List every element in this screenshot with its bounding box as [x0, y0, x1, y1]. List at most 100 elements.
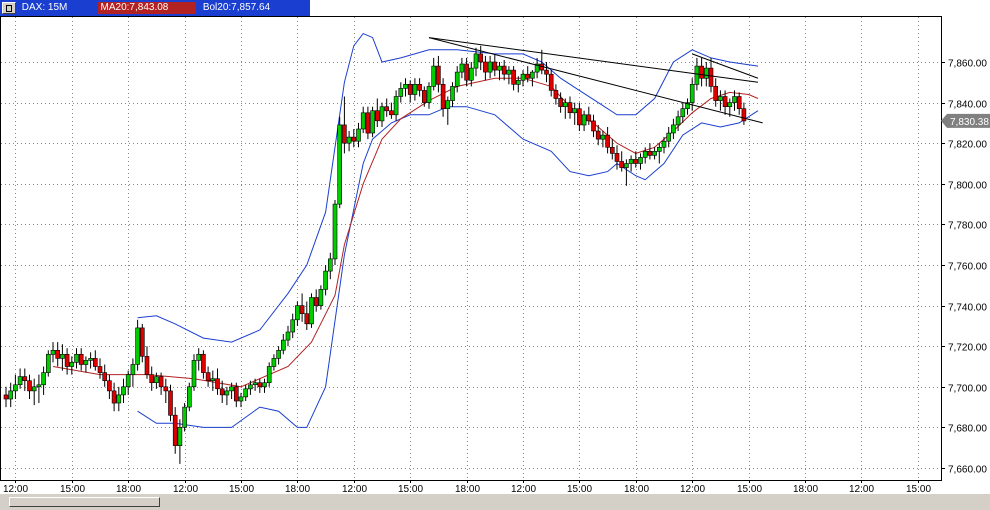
candle-body: [125, 374, 131, 388]
candle-body: [492, 61, 498, 71]
candlestick-chart[interactable]: 7,660.00 7,680.00 7,700.00 7,720.00 7,740.00…: [0, 0, 990, 494]
candle-body: [642, 151, 648, 158]
candle-body: [346, 136, 352, 144]
x-tick-label: 12:00: [3, 484, 28, 494]
candle-body: [379, 106, 385, 122]
ma20-line: [52, 77, 759, 388]
candle-body: [93, 358, 98, 367]
candle-body: [337, 124, 343, 205]
horizontal-scrollbar[interactable]: [0, 494, 990, 510]
candle-body: [473, 53, 479, 69]
candle-body: [121, 386, 126, 396]
candle-body: [436, 65, 441, 85]
candle-body: [257, 382, 263, 388]
candle-body: [187, 386, 192, 408]
candle-body: [530, 71, 535, 79]
x-tick-label: 12:00: [680, 484, 705, 494]
candle-body: [595, 130, 601, 140]
candle-body: [31, 386, 37, 392]
candle-body: [389, 110, 394, 116]
candle-body: [393, 96, 399, 116]
candle-body: [661, 140, 667, 148]
candle-body: [680, 108, 686, 118]
x-tick-label: 15:00: [567, 484, 592, 494]
candle-body: [497, 65, 502, 71]
candle-body: [656, 147, 662, 152]
candle-body: [196, 353, 201, 361]
candle-body: [544, 69, 549, 75]
candle-body: [172, 414, 178, 446]
x-tick-label: 15:00: [229, 484, 254, 494]
candle-body: [50, 349, 56, 355]
candle-body: [154, 376, 159, 384]
price-tag: 7,830.38: [941, 113, 990, 128]
candle-body: [69, 362, 75, 367]
candle-body: [445, 100, 451, 109]
candle-body: [431, 65, 437, 87]
candle-body: [299, 305, 305, 315]
candle-body: [558, 98, 563, 107]
bollinger-lower-line: [137, 106, 759, 428]
candle-body: [158, 376, 164, 388]
candle-body: [478, 53, 484, 63]
candle-body: [647, 151, 653, 156]
candle-body: [55, 349, 61, 359]
bollinger-upper-line: [137, 32, 759, 343]
candle-body: [403, 84, 408, 89]
candle-body: [27, 380, 32, 392]
candle-body: [722, 96, 728, 107]
candle-body: [149, 374, 154, 384]
candle-body: [102, 372, 107, 382]
y-tick-label: 7,800.00: [948, 181, 987, 192]
candle-body: [609, 147, 615, 154]
candle-body: [572, 108, 578, 114]
candle-body: [356, 128, 361, 142]
candle-body: [360, 112, 366, 130]
candle-body: [285, 331, 291, 341]
candle-body: [3, 394, 9, 400]
candle-body: [88, 358, 93, 361]
x-tick-label: 18:00: [793, 484, 818, 494]
candle-body: [13, 384, 18, 392]
candle-body: [135, 327, 140, 365]
candle-body: [454, 71, 460, 87]
candle-body: [483, 61, 488, 73]
candle-body: [229, 386, 234, 392]
scrollbar-thumb[interactable]: [9, 497, 160, 507]
candle-body: [520, 73, 526, 81]
candle-body: [74, 353, 79, 363]
x-tick-label: 15:00: [60, 484, 85, 494]
candle-body: [323, 270, 328, 290]
candle-body: [525, 73, 531, 79]
candle-body: [201, 353, 206, 373]
candle-body: [577, 108, 582, 126]
candle-body: [468, 67, 474, 81]
candle-body: [205, 372, 211, 382]
y-tick-label: 7,660.00: [948, 465, 987, 476]
candle-body: [45, 353, 51, 373]
candle-body: [732, 96, 737, 103]
price-tag-text: 7,830.38: [950, 117, 989, 128]
candle-body: [168, 390, 173, 416]
candle-body: [412, 84, 418, 95]
y-tick-label: 7,700.00: [948, 384, 987, 395]
candle-body: [111, 390, 117, 404]
candle-body: [36, 384, 42, 388]
candle-body: [718, 96, 723, 101]
candle-body: [243, 388, 248, 398]
candle-body: [407, 84, 413, 95]
candle-body: [703, 67, 709, 79]
candle-body: [64, 353, 70, 367]
x-axis: 12:00 15:00 18:00 12:00 15:00 18:00 12:00 15:00…: [3, 480, 931, 494]
candle-body: [562, 102, 568, 107]
y-tick-label: 7,860.00: [948, 59, 987, 70]
candle-body: [271, 358, 277, 367]
candle-body: [567, 102, 573, 113]
candle-body: [116, 394, 122, 404]
candle-body: [163, 386, 169, 392]
candle-body: [398, 88, 404, 97]
candle-body: [694, 65, 700, 85]
candle-body: [727, 102, 733, 107]
candle-body: [295, 305, 300, 321]
candle-body: [464, 63, 469, 81]
